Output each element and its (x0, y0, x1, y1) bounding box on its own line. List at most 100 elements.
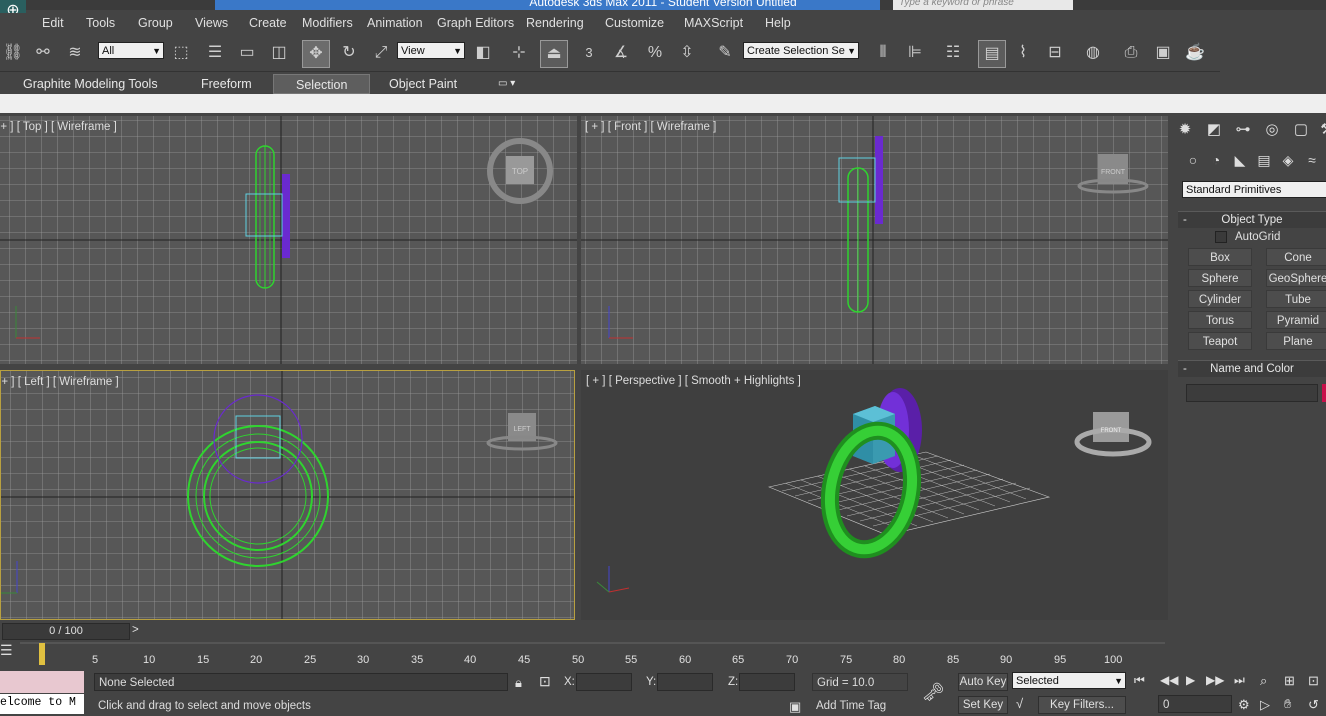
teapot-button[interactable]: Teapot (1188, 332, 1252, 350)
snap-toggle-icon[interactable]: 3 (576, 40, 602, 66)
utilities-tab-icon[interactable]: ⚒ (1316, 120, 1326, 142)
absolute-mode-icon[interactable]: ⊡ (539, 673, 551, 690)
percent-snap-icon[interactable]: % (642, 40, 668, 66)
link-icon[interactable]: ⛓ (0, 40, 26, 66)
menu-group[interactable]: Group (138, 16, 173, 30)
graphite-toggle-icon[interactable]: ▤ (978, 40, 1006, 68)
spacewarps-icon[interactable]: ≈ (1301, 152, 1323, 174)
viewport-front-label[interactable]: [ + ] [ Front ] [ Wireframe ] (585, 121, 716, 133)
go-to-end-icon[interactable]: ⏭ (1234, 673, 1245, 688)
viewcube-top-label[interactable]: TOP (512, 167, 528, 176)
schematic-view-icon[interactable]: ⊟ (1042, 40, 1068, 66)
align-icon[interactable]: ⊫ (902, 40, 928, 66)
menu-tools[interactable]: Tools (86, 16, 115, 30)
menu-edit[interactable]: Edit (42, 16, 64, 30)
geometry-icon[interactable]: ○ (1182, 152, 1204, 174)
x-coordinate-field[interactable] (576, 673, 632, 691)
current-frame-marker[interactable] (39, 643, 45, 665)
object-name-field[interactable] (1186, 384, 1318, 402)
render-setup-icon[interactable]: ⎙ (1118, 40, 1144, 66)
track-bar-menu-icon[interactable]: ☰ (0, 642, 18, 660)
rendered-frame-icon[interactable]: ▣ (1150, 40, 1176, 66)
ref-coord-dropdown[interactable]: View ▼ (397, 42, 465, 59)
rotate-icon[interactable]: ↻ (336, 40, 362, 66)
geosphere-button[interactable]: GeoSphere (1266, 269, 1326, 287)
pivot-center-icon[interactable]: ◧ (470, 40, 496, 66)
tab-graphite-modeling-tools[interactable]: Graphite Modeling Tools (23, 74, 158, 94)
mirror-icon[interactable]: ⫴ (870, 40, 896, 66)
add-time-tag-button[interactable]: Add Time Tag (812, 697, 908, 715)
pyramid-button[interactable]: Pyramid (1266, 311, 1326, 329)
spinner-snap-icon[interactable]: ⇳ (674, 40, 700, 66)
autogrid-checkbox[interactable] (1215, 231, 1227, 243)
z-coordinate-field[interactable] (739, 673, 795, 691)
next-frame-icon[interactable]: ▶▶ (1206, 673, 1224, 687)
named-selection-dropdown[interactable]: Create Selection Se ▼ (743, 42, 859, 59)
menu-customize[interactable]: Customize (605, 16, 664, 30)
menu-graph-editors[interactable]: Graph Editors (437, 16, 514, 30)
ribbon-options-icon[interactable]: ▭ ▾ (498, 74, 515, 94)
material-editor-icon[interactable]: ◍ (1080, 40, 1106, 66)
move-icon[interactable]: ✥ (302, 40, 330, 68)
select-by-name-icon[interactable]: ☰ (202, 40, 228, 66)
object-color-swatch[interactable] (1322, 384, 1326, 402)
angle-snap-icon[interactable]: ∡ (608, 40, 634, 66)
viewport-left[interactable]: LEFT [ + ] [ Left ] [ Wireframe ] (0, 370, 575, 620)
render-teapot-icon[interactable]: ☕ (1182, 40, 1208, 66)
lock-selection-icon[interactable]: 🔒︎ (515, 675, 522, 691)
helpers-icon[interactable]: ◈ (1277, 152, 1299, 174)
key-mode-dropdown[interactable]: Selected ▼ (1012, 672, 1126, 689)
tab-object-paint[interactable]: Object Paint (389, 74, 457, 94)
previous-frame-icon[interactable]: ◀◀ (1160, 673, 1178, 687)
viewcube-front-label[interactable]: FRONT (1101, 169, 1126, 176)
keyboard-shortcut-icon[interactable]: ⏏ (540, 40, 568, 68)
motion-tab-icon[interactable]: ◎ (1261, 120, 1283, 142)
window-crossing-icon[interactable]: ◫ (266, 40, 292, 66)
default-tangent-icon[interactable]: √ (1016, 696, 1023, 711)
edit-named-sets-icon[interactable]: ✎ (712, 40, 738, 66)
orbit-icon[interactable]: ↺ (1308, 697, 1319, 713)
zoom-extents-icon[interactable]: ⊡ (1308, 673, 1319, 689)
viewcube-left-label[interactable]: LEFT (513, 426, 531, 433)
menu-create[interactable]: Create (249, 16, 287, 30)
category-dropdown[interactable]: Standard Primitives (1182, 181, 1326, 198)
scale-icon[interactable]: ⤢ (368, 40, 394, 66)
curve-editor-icon[interactable]: ⌇ (1010, 40, 1036, 66)
rect-selection-icon[interactable]: ▭ (234, 40, 260, 66)
cone-button[interactable]: Cone (1266, 248, 1326, 266)
hierarchy-tab-icon[interactable]: ⊶ (1232, 120, 1254, 142)
zoom-icon[interactable]: ⌕ (1260, 673, 1267, 689)
tab-selection[interactable]: Selection (273, 74, 371, 94)
auto-key-button[interactable]: Auto Key (958, 673, 1008, 691)
menu-modifiers[interactable]: Modifiers (302, 16, 353, 30)
display-tab-icon[interactable]: ▢ (1290, 120, 1312, 142)
lights-icon[interactable]: ◣ (1229, 152, 1251, 174)
pan-hand-icon[interactable]: ✋︎ (1284, 696, 1291, 712)
viewport-top[interactable]: TOP [ + ] [ Top ] [ Wireframe ] (0, 116, 577, 364)
viewport-top-label[interactable]: [ + ] [ Top ] [ Wireframe ] (0, 121, 117, 133)
viewport-perspective-label[interactable]: [ + ] [ Perspective ] [ Smooth + Highlig… (586, 375, 801, 387)
go-to-start-icon[interactable]: ⏮ (1134, 673, 1145, 688)
select-object-icon[interactable]: ⬚ (168, 40, 194, 66)
name-color-rollout-header[interactable]: - Name and Color (1178, 360, 1326, 377)
menu-rendering[interactable]: Rendering (526, 16, 584, 30)
box-button[interactable]: Box (1188, 248, 1252, 266)
cameras-icon[interactable]: ▤ (1253, 152, 1275, 174)
object-type-rollout-header[interactable]: - Object Type (1178, 211, 1326, 228)
unlink-icon[interactable]: ⚯ (30, 40, 56, 66)
viewport-front[interactable]: FRONT [ + ] [ Front ] [ Wireframe ] (581, 116, 1168, 364)
shapes-icon[interactable]: ◔ (1205, 152, 1227, 174)
time-tag-icon[interactable]: ▣ (789, 699, 801, 715)
manipulate-icon[interactable]: ⊹ (506, 40, 532, 66)
key-filters-button[interactable]: Key Filters... (1038, 696, 1126, 714)
layer-manager-icon[interactable]: ☷ (940, 40, 966, 66)
maxscript-listener-bottom[interactable]: elcome to M (0, 694, 84, 714)
set-key-mode-icon[interactable]: 🗝︎ (922, 682, 945, 703)
time-slider[interactable]: 0 / 100 (2, 623, 130, 640)
search-input[interactable]: Type a keyword or phrase (893, 0, 1073, 10)
tab-freeform[interactable]: Freeform (201, 74, 252, 94)
tube-button[interactable]: Tube (1266, 290, 1326, 308)
viewport-perspective[interactable]: FRONT [ + ] [ Perspective ] [ Smooth + H… (581, 370, 1168, 620)
create-tab-icon[interactable]: ✹ (1174, 120, 1196, 142)
current-frame-field[interactable]: 0 (1158, 695, 1232, 713)
